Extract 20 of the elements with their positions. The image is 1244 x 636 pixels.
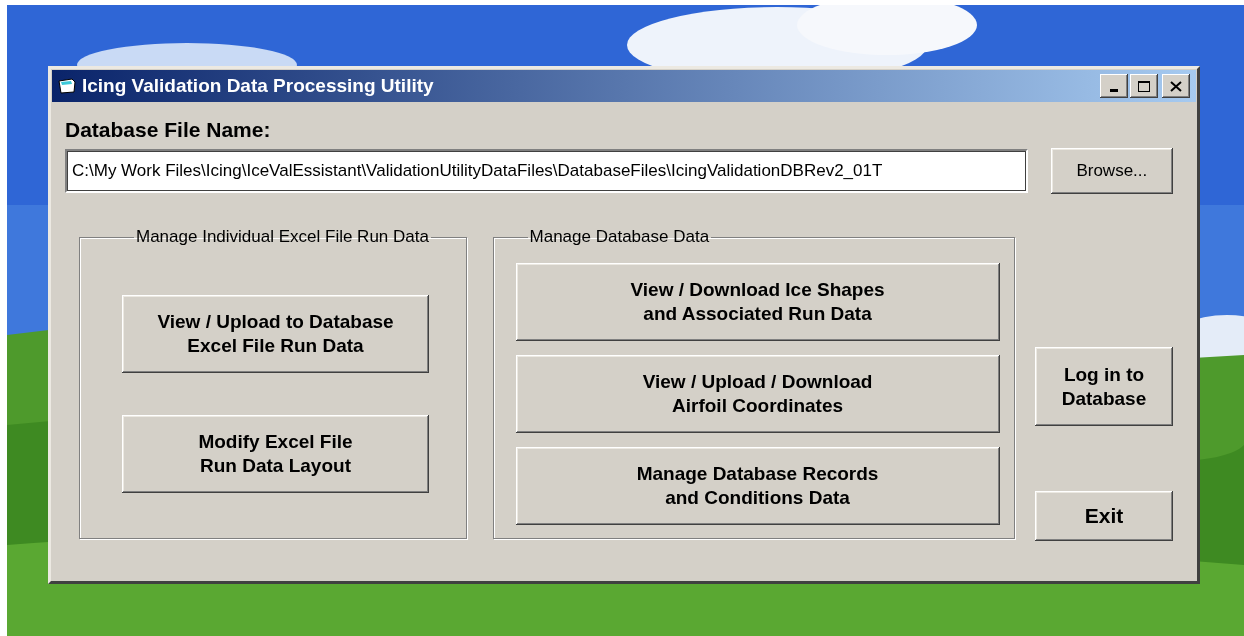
minimize-button[interactable] (1100, 74, 1128, 98)
file-path-field[interactable]: C:\My Work Files\Icing\IceValEssistant\ValidationUtilityDataFiles\DatabaseFiles\IcingValidationDBRev2_01T (65, 149, 1028, 193)
minimize-icon (1110, 88, 1118, 92)
browse-button[interactable]: Browse... (1050, 148, 1173, 194)
action-button[interactable]: View / Upload / Download Airfoil Coordinates (515, 355, 1000, 433)
close-button[interactable] (1162, 74, 1190, 98)
maximize-button[interactable] (1130, 74, 1158, 98)
action-button[interactable]: View / Upload to Database Excel File Run Data (122, 295, 429, 373)
close-icon (1170, 80, 1182, 92)
action-button[interactable]: Manage Database Records and Conditions Data (515, 447, 1000, 525)
exit-button[interactable]: Exit (1035, 491, 1173, 541)
app-icon (58, 78, 76, 94)
group-title: Manage Individual Excel File Run Data (135, 227, 430, 247)
window-title: Icing Validation Data Processing Utility (82, 75, 435, 97)
login-button[interactable]: Log in to Database (1035, 347, 1173, 426)
maximize-icon (1138, 80, 1150, 92)
action-button[interactable]: View / Download Ice Shapes and Associated Run Data (515, 263, 1000, 341)
action-button[interactable]: Modify Excel File Run Data Layout (122, 415, 429, 493)
field-label: Database File Name: (65, 117, 272, 143)
group-title: Manage Database Data (528, 227, 711, 247)
